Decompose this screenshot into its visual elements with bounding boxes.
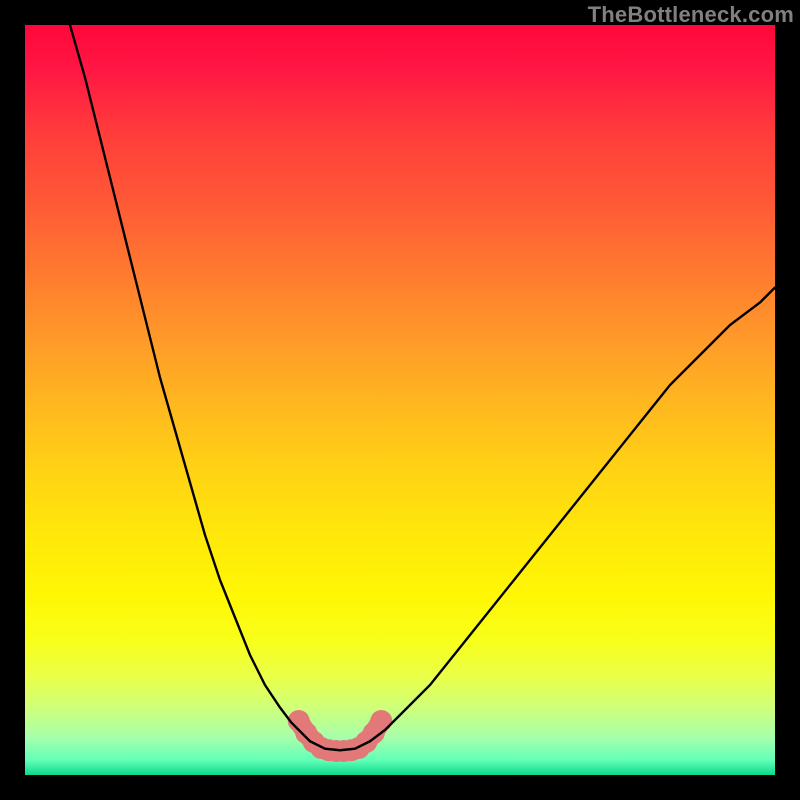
chart-plot-area bbox=[25, 25, 775, 775]
watermark-text: TheBottleneck.com bbox=[588, 2, 794, 28]
curve-left bbox=[70, 25, 310, 741]
curve-right bbox=[370, 288, 775, 742]
highlight-dot bbox=[370, 710, 392, 732]
chart-svg bbox=[25, 25, 775, 775]
chart-stage: TheBottleneck.com bbox=[0, 0, 800, 800]
